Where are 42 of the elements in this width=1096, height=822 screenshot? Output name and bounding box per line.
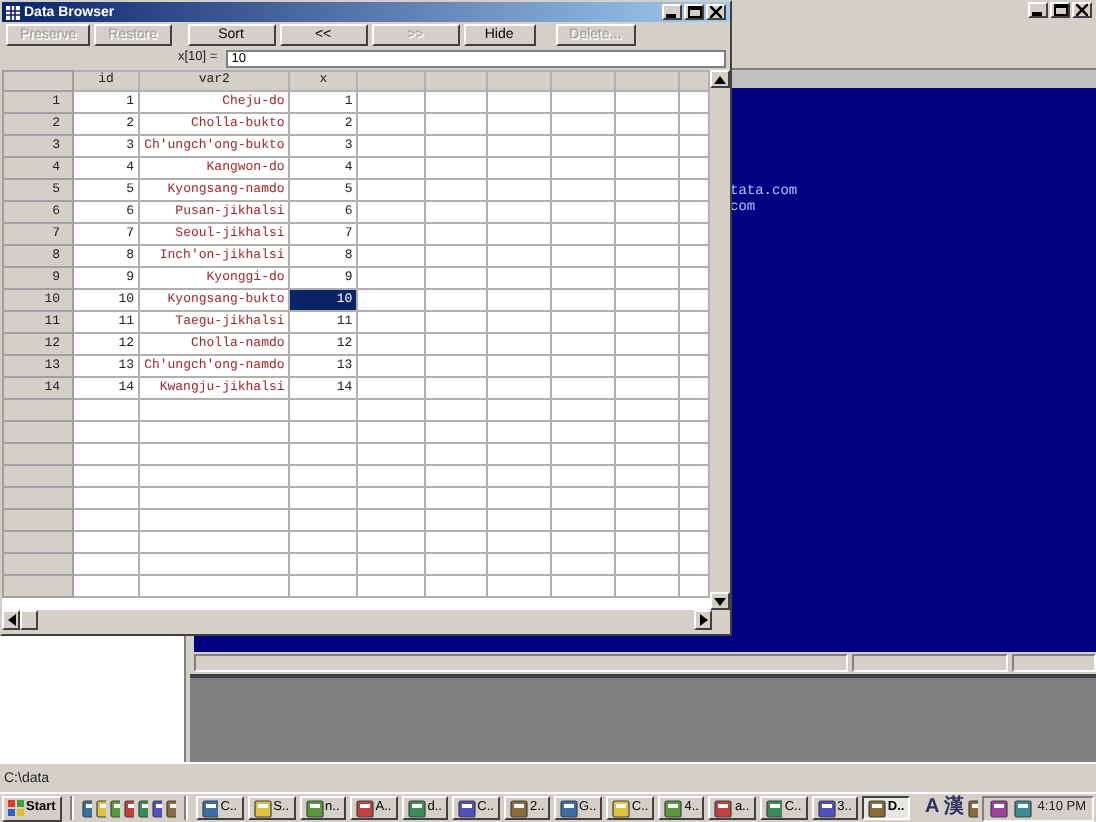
close-button[interactable] [706, 4, 726, 20]
quick-launch-icon[interactable] [151, 799, 162, 817]
scroll-down-button[interactable] [710, 592, 730, 610]
app-icon [765, 799, 783, 817]
grid-icon [6, 5, 20, 19]
scroll-thumb[interactable] [20, 610, 38, 630]
app-icon [867, 799, 886, 817]
app-icon [560, 799, 578, 817]
app-icon [509, 799, 528, 817]
tray-icon[interactable] [989, 799, 1008, 817]
vertical-scrollbar[interactable] [710, 70, 730, 610]
minimize-button[interactable] [662, 4, 682, 20]
scroll-left-button[interactable] [2, 610, 20, 630]
tray-text[interactable]: A [925, 798, 940, 818]
status-panel [1012, 654, 1096, 672]
quick-launch-icon[interactable] [81, 799, 92, 817]
app-icon [664, 799, 683, 817]
scroll-up-button[interactable] [710, 70, 730, 88]
tray-icon[interactable] [967, 799, 978, 817]
app-icon [253, 799, 272, 817]
app-icon [457, 799, 476, 817]
close-button[interactable] [1072, 2, 1092, 18]
app-icon [355, 799, 374, 817]
app-icon [714, 799, 733, 817]
app-icon [407, 799, 426, 817]
quick-launch-icon[interactable] [137, 799, 148, 817]
horizontal-scrollbar[interactable] [2, 610, 712, 630]
quick-launch-icon[interactable] [165, 799, 176, 817]
tray-icon[interactable] [1013, 799, 1032, 817]
tray-text[interactable]: 漢 [943, 798, 964, 818]
quick-launch-icon[interactable] [95, 799, 106, 817]
scroll-right-button[interactable] [694, 610, 712, 630]
windows-logo-icon [8, 800, 24, 816]
app-icon [817, 799, 836, 817]
app-icon [305, 799, 324, 817]
app-icon [201, 799, 219, 817]
maximize-button[interactable] [1050, 2, 1070, 18]
maximize-button[interactable] [684, 4, 704, 20]
quick-launch-icon[interactable] [123, 799, 134, 817]
quick-launch-icon[interactable] [109, 799, 120, 817]
minimize-button[interactable] [1028, 2, 1048, 18]
app-icon [612, 799, 630, 817]
